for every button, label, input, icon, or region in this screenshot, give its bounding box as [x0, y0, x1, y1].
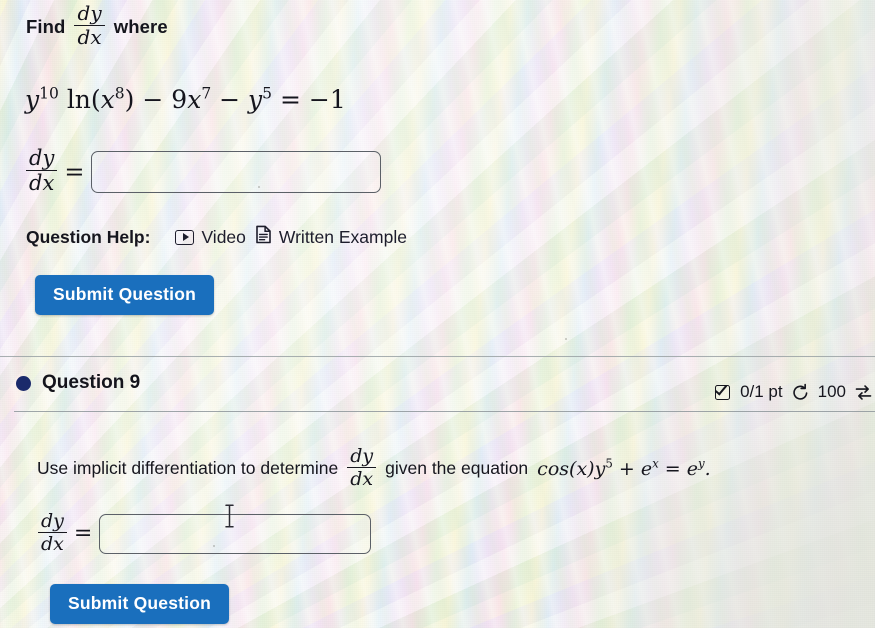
- points-badge: 0/1 pt: [740, 382, 783, 401]
- dy-dx-fraction: dy dx: [74, 1, 105, 48]
- question-9-submit-button[interactable]: Submit Question: [50, 584, 229, 624]
- eq-coefficient: 9: [171, 85, 188, 114]
- eq9-e1-exponent: x: [652, 456, 659, 471]
- eq9-x: x: [576, 457, 588, 480]
- eq9-y-exponent: 5: [605, 456, 613, 471]
- question-9-header: Question 9: [16, 372, 140, 394]
- question-8-answer-input[interactable]: [91, 150, 382, 193]
- video-link-label: Video: [201, 226, 246, 247]
- fraction-numerator: dy: [350, 445, 374, 467]
- video-icon: [175, 229, 195, 245]
- eq-x: x: [100, 85, 115, 114]
- equals-sign: =: [73, 521, 93, 547]
- question-8-prompt: Find dy dx where: [26, 1, 168, 49]
- eq-y: y: [25, 85, 40, 114]
- written-example-link-label: Written Example: [278, 226, 407, 247]
- eq9-e2-exponent: y: [697, 456, 705, 471]
- question-9-instruction-text-2: given the equation: [385, 458, 529, 479]
- eq-x2: x: [187, 85, 202, 114]
- prompt-prefix-text: Find: [26, 15, 66, 37]
- attempts-count: 100: [817, 382, 846, 401]
- question-9-equation: cos(x)y5 + ex = ey.: [537, 456, 711, 480]
- fraction-denominator: dx: [38, 532, 67, 554]
- eq9-e1: e: [640, 457, 653, 480]
- eq-paren-close: ): [124, 85, 135, 114]
- eq-minus-1: −: [142, 85, 164, 114]
- fraction-numerator: dy: [29, 146, 55, 170]
- question-9-answer-row: dy dx =: [38, 511, 372, 555]
- equals-sign: =: [64, 157, 85, 186]
- question-9-divider: [14, 411, 875, 412]
- swap-icon[interactable]: [854, 383, 873, 402]
- question-9-body: Use implicit differentiation to determin…: [37, 445, 711, 490]
- retry-icon[interactable]: [791, 383, 810, 402]
- eq-y2-exponent: 5: [262, 84, 273, 103]
- question-separator: [0, 356, 875, 357]
- checkbox-checked-icon: [714, 381, 732, 401]
- eq-y2: y: [248, 85, 263, 114]
- eq9-e2: e: [686, 457, 698, 480]
- question-8-submit-button[interactable]: Submit Question: [35, 275, 214, 315]
- eq9-period: .: [704, 457, 711, 480]
- eq-minus-2: −: [219, 85, 241, 114]
- question-9-instruction-text: Use implicit differentiation to determin…: [37, 458, 339, 479]
- fraction-denominator: dx: [74, 25, 105, 48]
- eq-paren-open: (: [90, 85, 101, 114]
- dy-dx-fraction: dy dx: [347, 445, 377, 489]
- fraction-numerator: dy: [41, 510, 64, 532]
- question-help-label: Question Help:: [26, 226, 151, 247]
- question-8-answer-row: dy dx =: [26, 146, 382, 196]
- eq9-paren-close: ): [587, 457, 595, 480]
- fraction-numerator: dy: [77, 1, 102, 25]
- question-8-equation: y10 ln(x8) − 9x7 − y5 = −1: [25, 85, 346, 114]
- document-icon: [255, 225, 272, 249]
- eq9-cos: cos: [537, 457, 570, 480]
- question-status-dot-icon: [16, 375, 31, 391]
- prompt-suffix-text: where: [113, 15, 168, 37]
- eq9-y: y: [594, 457, 606, 480]
- eq-x2-exponent: 7: [201, 84, 212, 103]
- question-8-help-row: Question Help: Video Written Example: [26, 225, 407, 249]
- eq-x-exponent: 8: [114, 84, 125, 103]
- eq9-equals: =: [664, 457, 681, 480]
- fraction-denominator: dx: [347, 467, 377, 489]
- video-help-link[interactable]: Video: [175, 226, 246, 248]
- dy-dx-fraction: dy dx: [26, 146, 58, 195]
- question-9-answer-input[interactable]: [99, 513, 372, 554]
- dust-speck: [213, 545, 215, 547]
- eq-right-hand-side: −1: [308, 85, 346, 114]
- fraction-denominator: dx: [26, 170, 58, 194]
- written-example-help-link[interactable]: Written Example: [255, 225, 407, 249]
- question-9-title: Question 9: [42, 372, 141, 393]
- dust-speck: [258, 186, 260, 188]
- eq-equals: =: [280, 85, 301, 114]
- eq-y-exponent: 10: [39, 84, 59, 103]
- question-9-status-bar: 0/1 pt 100: [714, 381, 873, 402]
- eq9-plus: +: [618, 457, 635, 480]
- eq-ln: ln: [66, 85, 91, 114]
- dust-speck: [565, 338, 567, 340]
- dy-dx-fraction: dy dx: [38, 511, 67, 554]
